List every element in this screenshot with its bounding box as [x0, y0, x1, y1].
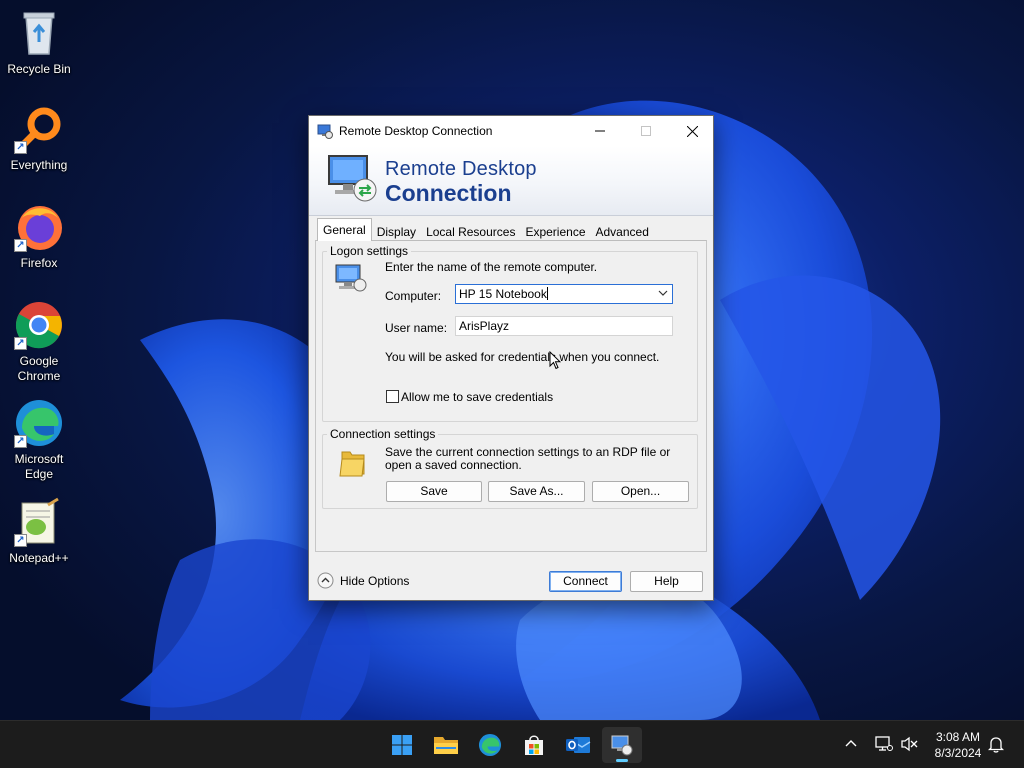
desktop-icon-label: Firefox	[20, 256, 58, 270]
hide-options-toggle[interactable]: Hide Options	[317, 572, 409, 589]
taskbar-remote-desktop[interactable]	[602, 727, 642, 763]
chrome-icon: ↗	[14, 300, 64, 350]
desktop-icon-recycle-bin[interactable]: Recycle Bin	[4, 8, 74, 77]
desktop-icon-label: Recycle Bin	[7, 62, 71, 76]
file-explorer-icon	[434, 737, 458, 754]
desktop-icon-notepad-plus-plus[interactable]: ↗ Notepad++	[4, 497, 74, 566]
remote-desktop-banner-icon	[328, 155, 377, 202]
remote-desktop-icon	[611, 735, 633, 756]
computer-icon	[335, 264, 367, 292]
tab-local-resources[interactable]: Local Resources	[421, 221, 520, 241]
start-button[interactable]	[382, 727, 422, 763]
maximize-icon	[641, 126, 651, 136]
tab-general[interactable]: General	[317, 218, 372, 241]
desktop-icon-microsoft-edge[interactable]: ↗ Microsoft Edge	[4, 398, 74, 482]
notification-bell-icon[interactable]	[988, 736, 1004, 753]
shortcut-arrow-icon: ↗	[14, 141, 27, 154]
store-icon	[525, 735, 543, 755]
clock-time: 3:08 AM	[935, 730, 981, 744]
desktop-icon-google-chrome[interactable]: ↗ Google Chrome	[4, 300, 74, 384]
connection-settings-legend: Connection settings	[330, 427, 436, 441]
save-button[interactable]: Save	[386, 481, 482, 502]
desktop-icon-firefox[interactable]: ↗ Firefox	[4, 202, 74, 271]
connect-button[interactable]: Connect	[549, 571, 622, 592]
logon-settings-legend: Logon settings	[330, 244, 409, 258]
connection-description: Save the current connection settings to …	[385, 445, 671, 472]
computer-label: Computer:	[385, 289, 442, 303]
outlook-icon	[566, 737, 591, 753]
shortcut-arrow-icon: ↗	[14, 435, 27, 448]
chevron-down-icon[interactable]	[658, 290, 668, 297]
shortcut-arrow-icon: ↗	[14, 239, 27, 252]
everything-icon: ↗	[14, 104, 64, 154]
chevron-up-icon[interactable]	[845, 738, 857, 750]
clock-date: 8/3/2024	[934, 746, 982, 760]
minimize-icon	[595, 130, 605, 132]
computer-combobox[interactable]: HP 15 Notebook	[455, 284, 673, 304]
banner-title-line1: Remote Desktop	[385, 158, 537, 180]
tab-display[interactable]: Display	[372, 221, 421, 241]
edge-icon	[478, 733, 502, 757]
remote-desktop-app-icon	[317, 124, 333, 139]
username-value: ArisPlayz	[459, 319, 510, 333]
username-label: User name:	[385, 321, 448, 335]
chevron-up-circle-icon	[317, 572, 334, 589]
maximize-button[interactable]	[623, 116, 669, 146]
save-credentials-checkbox[interactable]	[386, 390, 399, 403]
firefox-icon: ↗	[14, 202, 64, 252]
general-tab-panel: Logon settings Enter the name of the rem…	[315, 240, 707, 552]
desktop-icon-everything[interactable]: ↗ Everything	[4, 104, 74, 173]
save-as-button[interactable]: Save As...	[488, 481, 585, 502]
taskbar-edge[interactable]	[470, 727, 510, 763]
close-icon	[686, 125, 698, 137]
save-credentials-label[interactable]: Allow me to save credentials	[401, 390, 553, 404]
title-bar[interactable]: Remote Desktop Connection	[309, 116, 713, 146]
username-field[interactable]: ArisPlayz	[455, 316, 673, 336]
open-button[interactable]: Open...	[592, 481, 689, 502]
taskbar-outlook[interactable]	[558, 727, 598, 763]
tab-experience[interactable]: Experience	[520, 221, 590, 241]
minimize-button[interactable]	[577, 116, 623, 146]
banner-title-line2: Connection	[385, 180, 512, 206]
start-icon	[392, 735, 412, 755]
shortcut-arrow-icon: ↗	[14, 337, 27, 350]
window-title: Remote Desktop Connection	[339, 124, 493, 138]
desktop-icon-label: Everything	[10, 158, 68, 172]
volume-muted-icon[interactable]	[900, 736, 918, 752]
network-icon[interactable]	[875, 736, 893, 752]
banner: Remote Desktop Connection	[309, 146, 713, 216]
desktop-icon-label: Microsoft Edge	[14, 452, 64, 481]
active-app-indicator	[616, 759, 628, 762]
text-caret	[546, 287, 548, 300]
tab-strip: General Display Local Resources Experien…	[317, 218, 654, 241]
desktop-icon-label: Google Chrome	[17, 354, 61, 383]
taskbar-file-explorer[interactable]	[426, 727, 466, 763]
hide-options-label: Hide Options	[340, 573, 410, 588]
help-button[interactable]: Help	[630, 571, 703, 592]
desktop-icon-label: Notepad++	[9, 551, 69, 565]
computer-input[interactable]: HP 15 Notebook	[459, 287, 547, 301]
tab-advanced[interactable]: Advanced	[591, 221, 654, 241]
credentials-note: You will be asked for credentials when y…	[385, 350, 660, 364]
system-clock[interactable]: 3:08 AM 8/3/2024	[924, 729, 992, 761]
edge-icon: ↗	[14, 398, 64, 448]
folder-icon	[339, 451, 365, 477]
shortcut-arrow-icon: ↗	[14, 534, 27, 547]
remote-desktop-connection-window: Remote Desktop Connection Remote Desktop…	[308, 115, 714, 601]
mouse-cursor-icon	[549, 351, 561, 370]
taskbar: 3:08 AM 8/3/2024	[0, 720, 1024, 768]
notepad-plus-plus-icon: ↗	[14, 497, 64, 547]
taskbar-store[interactable]	[514, 727, 554, 763]
close-button[interactable]	[669, 116, 715, 146]
logon-instruction: Enter the name of the remote computer.	[385, 260, 598, 274]
recycle-bin-icon	[14, 8, 64, 58]
